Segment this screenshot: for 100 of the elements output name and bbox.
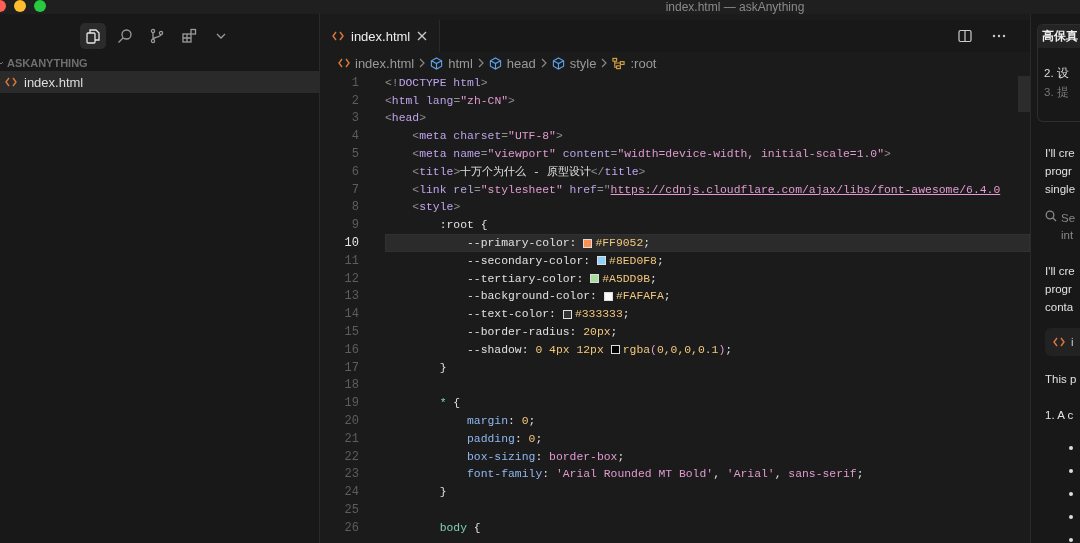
bullet-icon — [1069, 538, 1073, 542]
breadcrumb-item[interactable]: style — [569, 55, 597, 71]
code-token: "stylesheet" — [480, 183, 563, 196]
line-number: 9 — [350, 218, 359, 233]
code-token: ( — [650, 343, 657, 356]
code-token: > — [555, 130, 563, 143]
code-token: ; — [656, 254, 664, 267]
color-swatch[interactable] — [562, 309, 572, 319]
files-icon[interactable] — [84, 28, 101, 44]
code-token: = — [501, 130, 509, 143]
code-link[interactable]: https://cdnjs.cloudflare.com/ajax/libs/font-awesome/6.4.0 — [610, 183, 1001, 196]
code-token: meta — [419, 148, 447, 161]
code-icon — [338, 58, 350, 68]
color-swatch[interactable] — [597, 256, 607, 266]
code-token: rel — [452, 183, 474, 196]
message-text: I'll cre — [1045, 146, 1076, 161]
search-step-text: int — [1061, 228, 1075, 243]
line-number: 24 — [343, 485, 359, 500]
list-item-text: 3. 提 — [1044, 85, 1070, 100]
code-token: < — [385, 112, 392, 125]
breadcrumb-item[interactable]: index.html — [355, 55, 415, 71]
code-token: sans-serif — [787, 468, 857, 481]
code-token: link — [419, 183, 447, 196]
code-token: "viewport" — [487, 148, 556, 161]
cube-icon — [551, 56, 565, 70]
code-token: #FF9052 — [595, 237, 644, 250]
selector-icon — [612, 56, 626, 70]
message-text: progr — [1045, 164, 1073, 179]
code-token: < — [411, 130, 420, 143]
line-number: 13 — [343, 289, 359, 304]
more-icon[interactable] — [992, 34, 1006, 38]
code-token: : — [514, 432, 522, 445]
code-token: = — [453, 94, 461, 107]
code-token: 0 4px 12px — [534, 343, 604, 356]
minimize-window-button[interactable] — [14, 0, 26, 12]
code-token: ; — [643, 237, 651, 250]
code-token: name — [452, 148, 481, 161]
line-number: 7 — [350, 182, 359, 197]
code-token: = — [610, 148, 618, 161]
maximize-window-button[interactable] — [34, 0, 46, 12]
color-swatch[interactable] — [603, 291, 613, 301]
extensions-icon[interactable] — [180, 28, 197, 44]
code-token: ; — [856, 468, 864, 481]
color-swatch[interactable] — [590, 274, 600, 284]
explorer-tab[interactable] — [79, 23, 106, 49]
message-text: conta — [1045, 300, 1075, 315]
code-token: 0 — [527, 432, 536, 445]
split-editor-icon[interactable] — [958, 29, 972, 43]
code-token: lang — [425, 94, 454, 107]
file-item[interactable]: index.html — [0, 71, 319, 93]
code-icon — [5, 77, 17, 87]
bullet-icon — [1069, 446, 1073, 450]
code-token: content — [561, 148, 611, 161]
code-token: rgba — [622, 343, 651, 356]
code-token: ; — [663, 290, 671, 303]
color-swatch[interactable] — [610, 345, 620, 355]
code-token: { — [472, 521, 481, 534]
code-token: --shadow: — [466, 343, 529, 356]
chevron-icon — [601, 58, 608, 68]
breadcrumb-item[interactable]: head — [506, 55, 536, 71]
code-token: ) — [718, 343, 726, 356]
folder-title[interactable]: ASKANYTHING — [7, 57, 88, 69]
code-token: DOCTYPE — [398, 76, 447, 89]
file-chip[interactable]: i — [1045, 328, 1080, 356]
code-token: , — [774, 468, 782, 481]
line-number: 20 — [343, 414, 359, 429]
branch-icon[interactable] — [148, 28, 165, 44]
cube-icon — [488, 56, 502, 70]
code-token: #FAFAFA — [615, 290, 664, 303]
code-token: > — [638, 165, 646, 178]
line-number: 25 — [343, 503, 359, 517]
code-token: * — [438, 397, 447, 410]
line-number: 2 — [350, 93, 359, 108]
code-token: > — [419, 112, 427, 125]
bullet-icon — [1069, 469, 1073, 473]
code-token: #333333 — [574, 308, 623, 321]
search-icon[interactable] — [116, 28, 133, 44]
bullet-icon — [1069, 515, 1073, 519]
color-swatch[interactable] — [583, 238, 593, 248]
list-item-text: 2. 设 — [1044, 66, 1070, 81]
card-tab[interactable]: 高保真 — [1038, 25, 1080, 48]
message-text: progr — [1045, 282, 1073, 297]
code-token: < — [411, 148, 420, 161]
code-token: --background-color: — [466, 290, 597, 303]
breadcrumb-item[interactable]: :root — [630, 55, 657, 71]
cube-icon — [430, 56, 444, 70]
code-token: ; — [650, 272, 657, 285]
code-token: #A5DD9B — [602, 272, 651, 285]
code-token: box-sizing — [466, 450, 536, 463]
code-token: 20px — [582, 326, 611, 339]
code-token: =" — [596, 183, 611, 196]
close-icon[interactable] — [417, 31, 428, 41]
line-number: 26 — [343, 520, 359, 535]
code-token: head — [391, 112, 420, 125]
line-number: 21 — [343, 431, 359, 446]
message-text: This p — [1045, 372, 1078, 387]
code-token: "UTF-8" — [508, 130, 556, 143]
code-token: < — [411, 165, 420, 178]
line-number: 4 — [350, 129, 359, 144]
breadcrumb-item[interactable]: html — [448, 55, 473, 71]
